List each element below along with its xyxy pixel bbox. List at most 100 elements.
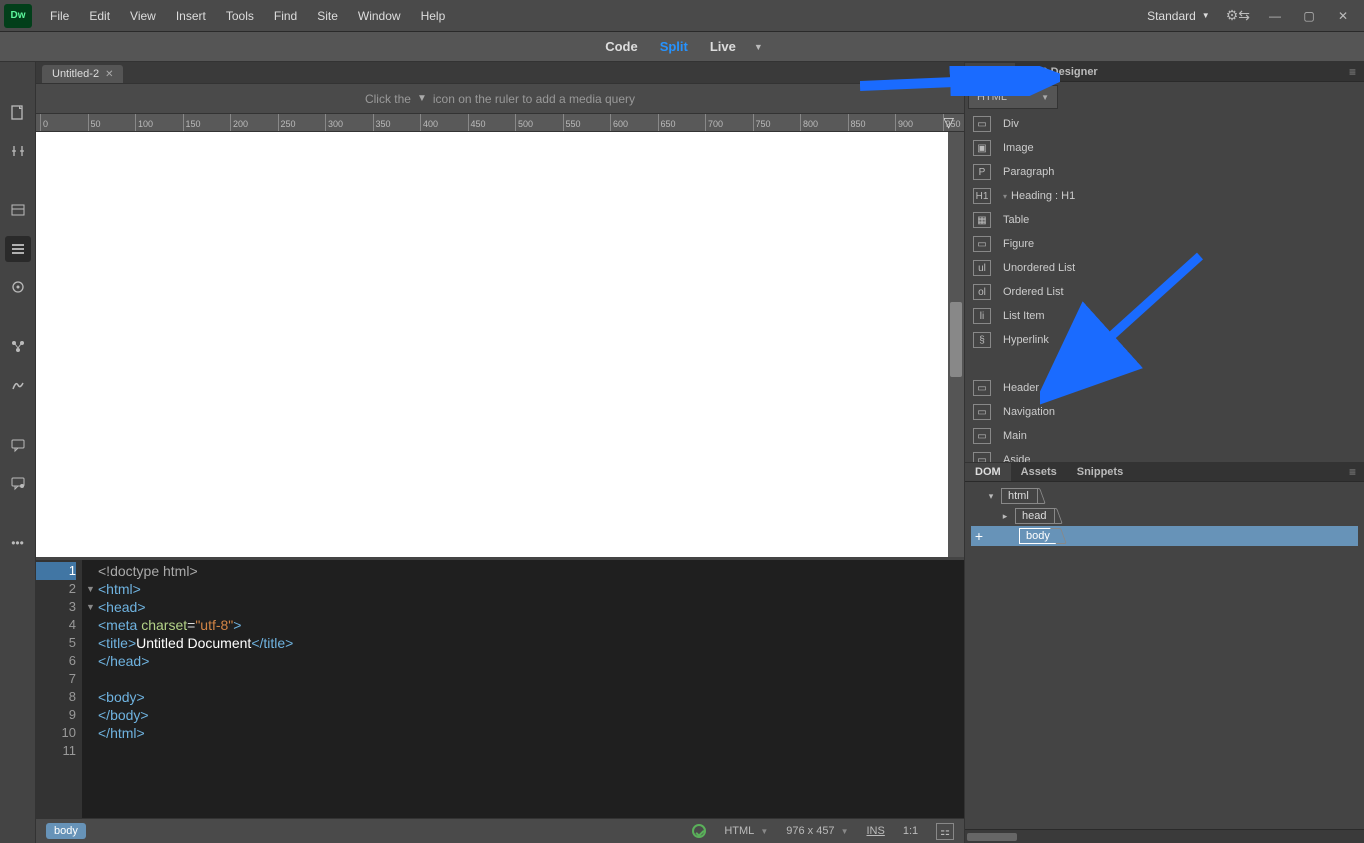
menu-find[interactable]: Find xyxy=(264,3,307,29)
view-live-dropdown-icon[interactable]: ▼ xyxy=(754,42,763,52)
code-line[interactable] xyxy=(98,670,964,688)
expand-code-icon[interactable] xyxy=(5,138,31,164)
menu-file[interactable]: File xyxy=(40,3,79,29)
code-line[interactable]: <meta charset="utf-8"> xyxy=(98,616,964,634)
menu-view[interactable]: View xyxy=(120,3,166,29)
dom-node-body[interactable]: + body xyxy=(971,526,1358,546)
insert-item-label: Image xyxy=(1003,142,1034,154)
insert-item-heading-h1[interactable]: H1▾Heading : H1 xyxy=(965,184,1364,208)
tab-snippets[interactable]: Snippets xyxy=(1067,463,1133,481)
insert-item-paragraph[interactable]: PParagraph xyxy=(965,160,1364,184)
code-line[interactable]: <!doctype html> xyxy=(98,562,964,580)
hint-text-pre: Click the xyxy=(365,92,411,106)
inspect-icon[interactable] xyxy=(5,274,31,300)
workspace-select[interactable]: Standard ▼ xyxy=(1139,5,1218,27)
tab-assets[interactable]: Assets xyxy=(1011,463,1067,481)
status-size-select[interactable]: 976 x 457 ▼ xyxy=(786,825,848,837)
menu-help[interactable]: Help xyxy=(411,3,456,29)
status-ok-icon[interactable] xyxy=(692,824,706,838)
line-number[interactable]: 6 xyxy=(36,652,76,670)
code-line[interactable]: ▼<html> xyxy=(98,580,964,598)
code-line[interactable]: <body> xyxy=(98,688,964,706)
related-files-icon[interactable] xyxy=(5,198,31,224)
insert-item-hyperlink[interactable]: §Hyperlink xyxy=(965,328,1364,352)
code-line[interactable]: ▼<head> xyxy=(98,598,964,616)
line-number[interactable]: 11 xyxy=(36,742,76,760)
assets-icon[interactable] xyxy=(5,372,31,398)
status-preview-icon[interactable]: ⚏ xyxy=(936,823,954,840)
status-tag-selector[interactable]: body xyxy=(46,823,86,839)
insert-item-image[interactable]: ▣Image xyxy=(965,136,1364,160)
insert-item-ordered-list[interactable]: olOrdered List xyxy=(965,280,1364,304)
file-management-icon[interactable] xyxy=(5,100,31,126)
more-tools-icon[interactable]: ••• xyxy=(5,530,31,556)
dom-scrollbar[interactable] xyxy=(965,829,1364,843)
document-tab[interactable]: Untitled-2 ✕ xyxy=(42,65,123,83)
menu-window[interactable]: Window xyxy=(348,3,411,29)
line-number[interactable]: 7 xyxy=(36,670,76,688)
insert-item-list-item[interactable]: liList Item xyxy=(965,304,1364,328)
code-line[interactable]: </body> xyxy=(98,706,964,724)
code-line[interactable]: </html> xyxy=(98,724,964,742)
panel-menu-icon[interactable]: ≡ xyxy=(1341,465,1364,479)
line-number[interactable]: 5 xyxy=(36,634,76,652)
status-language-select[interactable]: HTML ▼ xyxy=(724,825,768,837)
line-number[interactable]: 9 xyxy=(36,706,76,724)
twisty-icon[interactable]: ▾ xyxy=(985,491,997,502)
menu-insert[interactable]: Insert xyxy=(166,3,216,29)
design-view[interactable] xyxy=(36,132,964,557)
line-number[interactable]: 2 xyxy=(36,580,76,598)
menu-tools[interactable]: Tools xyxy=(216,3,264,29)
insert-item-header[interactable]: ▭Header xyxy=(965,376,1364,400)
dom-panel: ▾ html ▸ head + body xyxy=(965,482,1364,843)
view-live-button[interactable]: Live xyxy=(706,35,740,58)
line-number[interactable]: 1 xyxy=(36,562,76,580)
dom-icon[interactable] xyxy=(5,334,31,360)
add-node-icon[interactable]: + xyxy=(971,528,987,544)
close-button[interactable]: ✕ xyxy=(1326,4,1360,28)
insert-item-aside[interactable]: ▭Aside xyxy=(965,448,1364,462)
insert-category-select[interactable]: HTML ▼ xyxy=(968,85,1058,109)
line-number[interactable]: 4 xyxy=(36,616,76,634)
close-tab-icon[interactable]: ✕ xyxy=(105,69,113,80)
ruler[interactable]: ▽ 05010015020025030035040045050055060065… xyxy=(36,114,964,132)
insert-item-figure[interactable]: ▭Figure xyxy=(965,232,1364,256)
dom-node-head[interactable]: ▸ head xyxy=(971,506,1358,526)
view-code-button[interactable]: Code xyxy=(601,35,642,58)
insert-item-unordered-list[interactable]: ulUnordered List xyxy=(965,256,1364,280)
code-line[interactable]: <title>Untitled Document</title> xyxy=(98,634,964,652)
fold-icon[interactable]: ▼ xyxy=(86,598,96,616)
minimize-button[interactable]: — xyxy=(1258,4,1292,28)
insert-item-navigation[interactable]: ▭Navigation xyxy=(965,400,1364,424)
line-number[interactable]: 3 xyxy=(36,598,76,616)
insert-item-main[interactable]: ▭Main xyxy=(965,424,1364,448)
code-line[interactable]: </head> xyxy=(98,652,964,670)
comment-icon[interactable] xyxy=(5,432,31,458)
tab-insert[interactable]: Insert xyxy=(965,63,1015,81)
scrollbar-thumb[interactable] xyxy=(967,833,1017,841)
code-view[interactable]: 1234567891011 <!doctype html>▼<html>▼<he… xyxy=(36,557,964,818)
insert-item-table[interactable]: ▦Table xyxy=(965,208,1364,232)
view-split-button[interactable]: Split xyxy=(656,35,692,58)
menu-edit[interactable]: Edit xyxy=(79,3,120,29)
line-number[interactable]: 10 xyxy=(36,724,76,742)
panel-menu-icon[interactable]: ≡ xyxy=(1341,65,1364,79)
sync-settings-icon[interactable]: ⚙⇆ xyxy=(1226,7,1250,24)
status-insert-mode[interactable]: INS xyxy=(866,825,884,837)
tab-css-designer[interactable]: CSS Designer xyxy=(1015,63,1108,81)
maximize-button[interactable]: ▢ xyxy=(1292,4,1326,28)
ruler-tick: 400 xyxy=(420,114,438,132)
menu-site[interactable]: Site xyxy=(307,3,348,29)
tab-dom[interactable]: DOM xyxy=(965,463,1011,481)
code-line[interactable] xyxy=(98,742,964,760)
snippets-icon[interactable] xyxy=(5,470,31,496)
scrollbar-thumb[interactable] xyxy=(950,302,962,377)
twisty-icon[interactable]: ▸ xyxy=(999,511,1011,522)
live-view-options-icon[interactable] xyxy=(5,236,31,262)
insert-item-div[interactable]: ▭Div xyxy=(965,112,1364,136)
line-number[interactable]: 8 xyxy=(36,688,76,706)
insert-item-label: Header xyxy=(1003,382,1039,394)
fold-icon[interactable]: ▼ xyxy=(86,580,96,598)
design-view-scrollbar[interactable] xyxy=(948,132,964,557)
dom-node-html[interactable]: ▾ html xyxy=(971,486,1358,506)
